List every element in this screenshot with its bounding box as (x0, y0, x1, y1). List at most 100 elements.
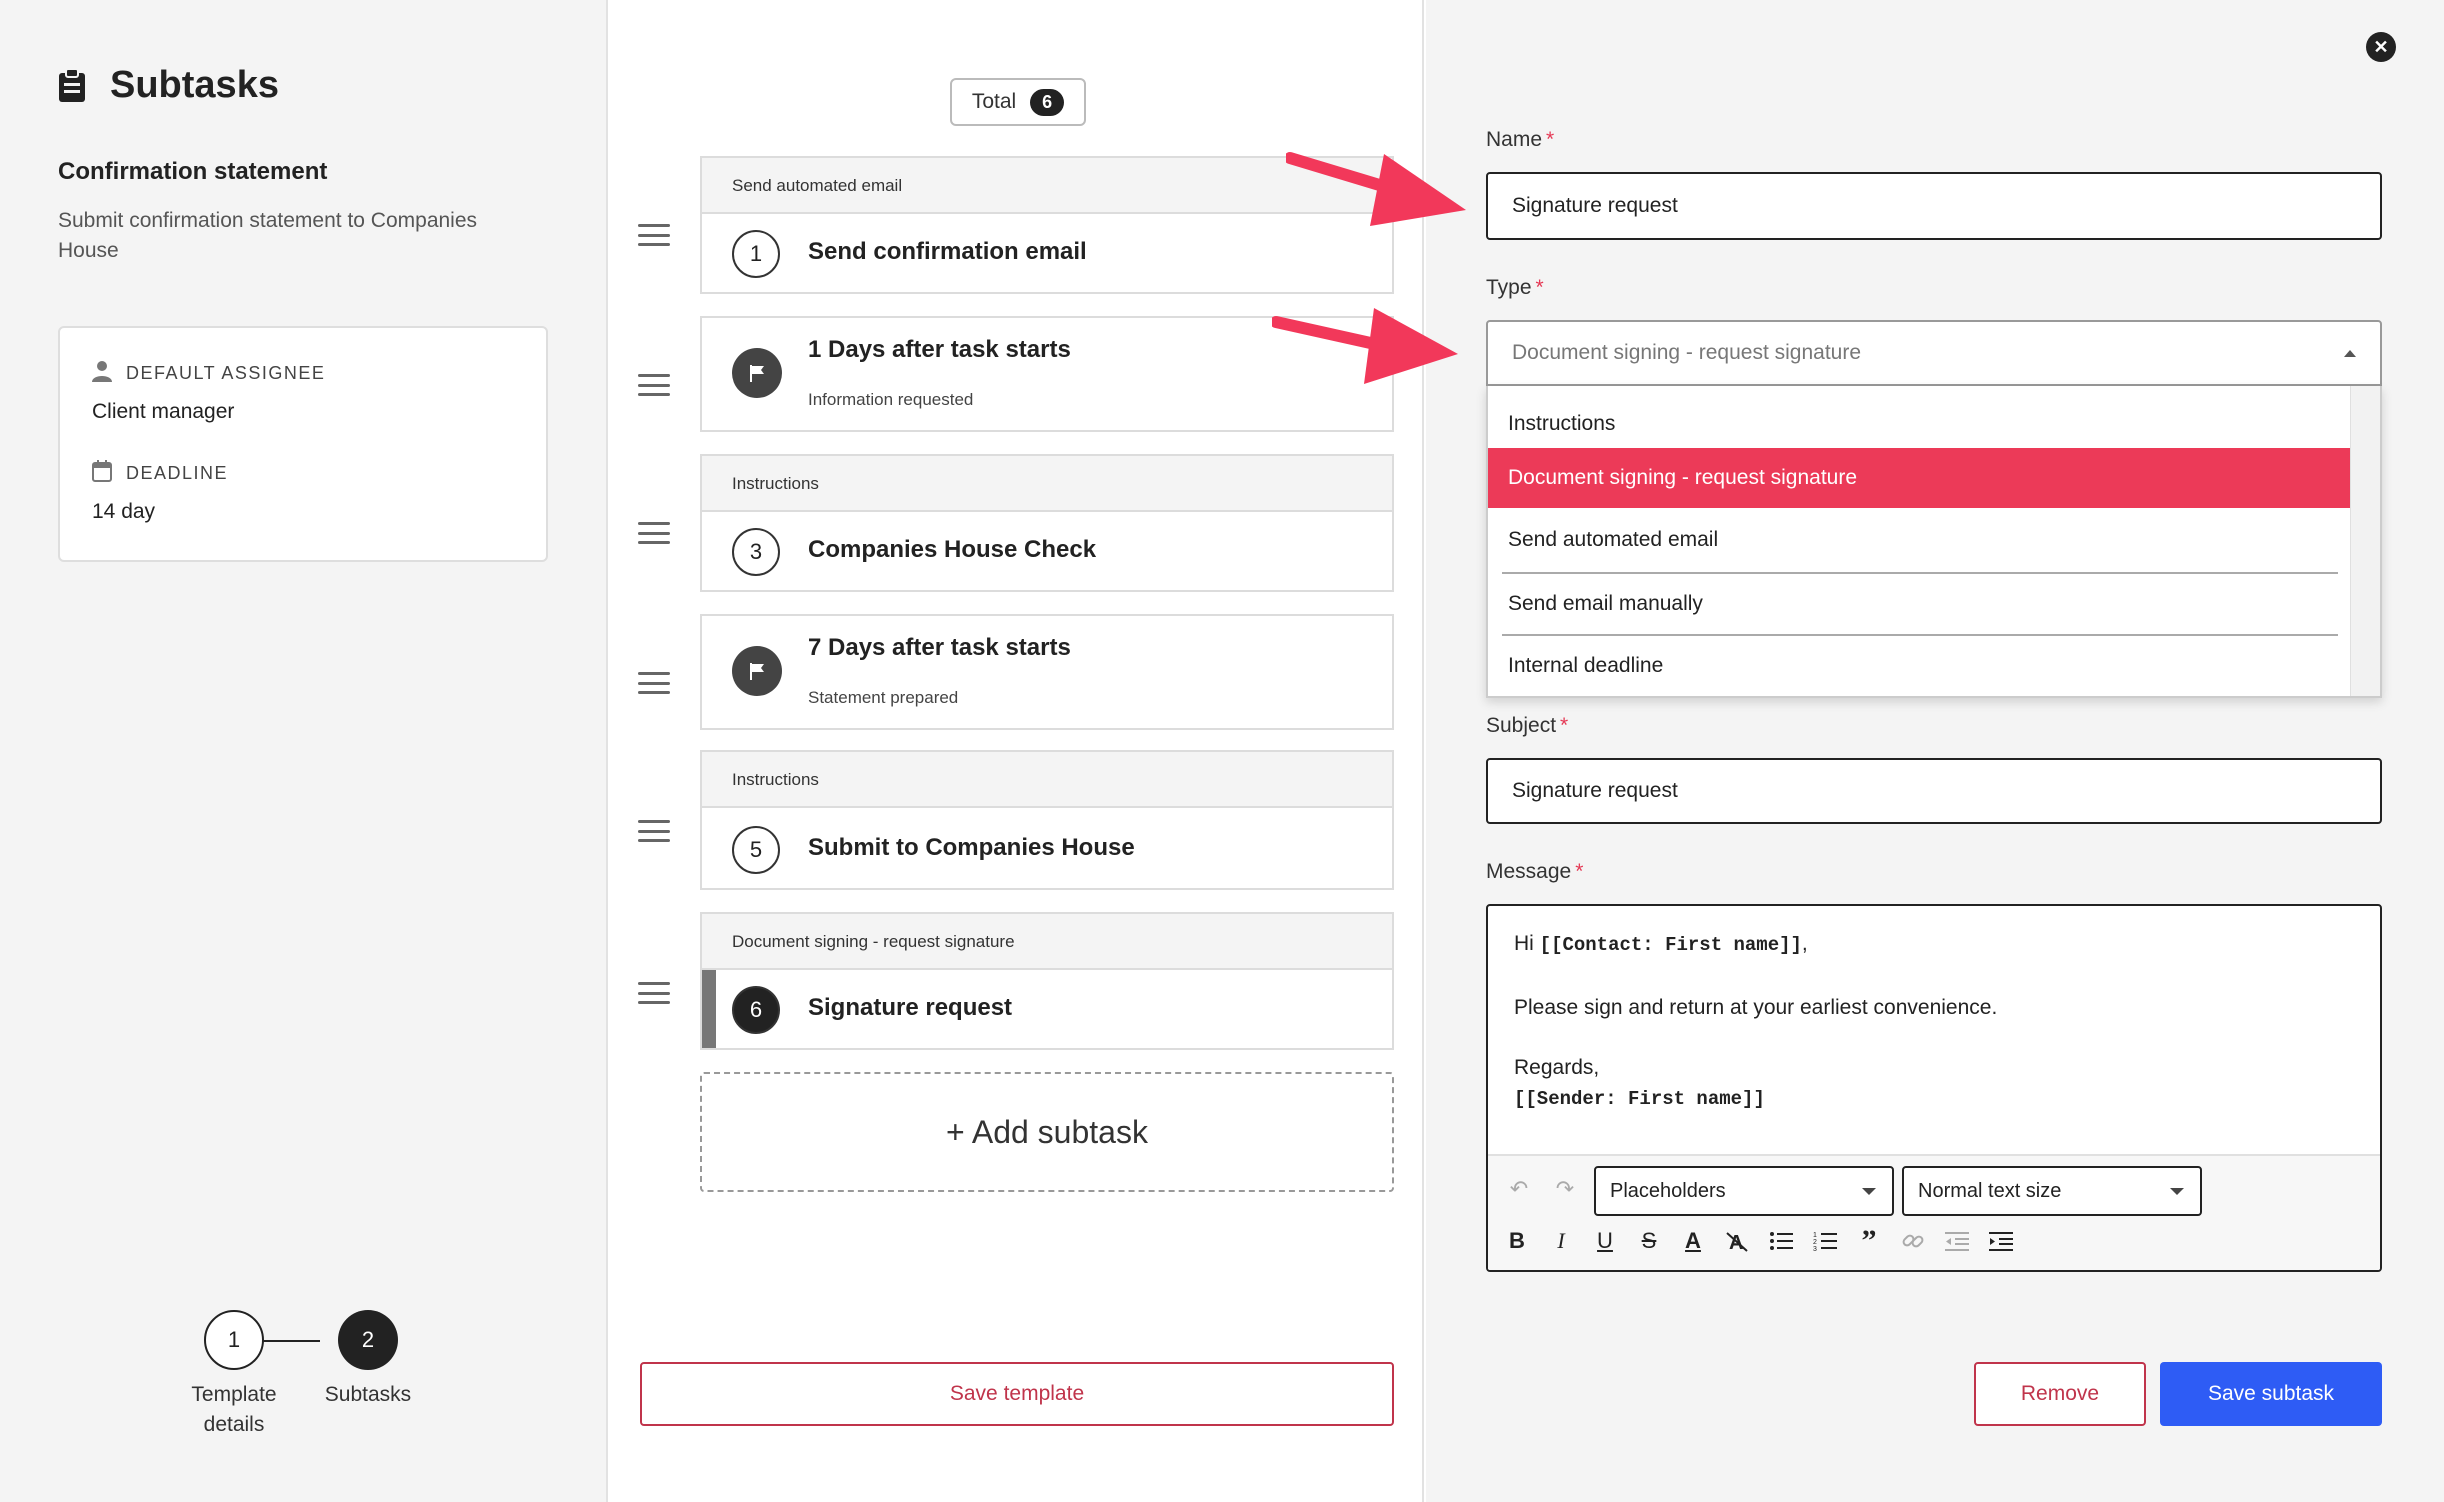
flag-icon (732, 348, 782, 398)
type-select-value: Document signing - request signature (1512, 341, 1862, 364)
drag-handle-icon[interactable] (638, 820, 670, 842)
step-1-circle[interactable]: 1 (204, 1310, 264, 1370)
chevron-down-icon (2170, 1188, 2184, 1195)
drag-handle-icon[interactable] (638, 982, 670, 1004)
assignee-label: DEFAULT ASSIGNEE (126, 363, 326, 383)
svg-text:1: 1 (1813, 1232, 1817, 1239)
message-label: Message * (1486, 860, 1584, 883)
text-size-select[interactable]: Normal text size (1902, 1166, 2202, 1216)
outdent-icon[interactable] (1942, 1226, 1972, 1256)
subject-input[interactable]: Signature request (1486, 758, 2382, 824)
subtask-card[interactable]: Instructions 5 Submit to Companies House (700, 750, 1394, 890)
deadline-value: 14 day (92, 500, 156, 523)
step-1-label: Template details (191, 1383, 277, 1436)
redo-icon[interactable]: ↷ (1550, 1174, 1580, 1204)
editor-toolbar: ↶ ↷ Placeholders Normal text size B I U … (1488, 1154, 2380, 1270)
subtask-number: 3 (732, 528, 780, 576)
type-option-send-email-manually[interactable]: Send email manually (1488, 574, 2352, 634)
chevron-down-icon (1862, 1188, 1876, 1195)
milestone-subtitle: Information requested (808, 390, 974, 409)
drag-handle-icon[interactable] (638, 374, 670, 396)
subtask-type: Instructions (702, 456, 1392, 512)
clipboard-icon (58, 68, 86, 103)
undo-icon[interactable]: ↶ (1504, 1174, 1534, 1204)
subtask-card[interactable]: Send automated email 1 Send confirmation… (700, 156, 1394, 294)
subtask-title: Submit to Companies House (808, 834, 1135, 861)
subtask-card-active[interactable]: Document signing - request signature 6 S… (700, 912, 1394, 1050)
assignee-label-row: DEFAULT ASSIGNEE (92, 360, 325, 387)
save-subtask-button[interactable]: Save subtask (2160, 1362, 2382, 1426)
placeholders-select[interactable]: Placeholders (1594, 1166, 1894, 1216)
wizard-stepper: 1 2 Template details Subtasks (182, 1310, 442, 1460)
subtask-number: 6 (732, 986, 780, 1034)
name-label: Name * (1486, 128, 1555, 151)
template-sidebar: Subtasks Confirmation statement Submit c… (0, 0, 608, 1502)
close-icon[interactable]: ✕ (2366, 32, 2396, 62)
message-body-line: Please sign and return at your earliest … (1514, 996, 1998, 1019)
link-icon[interactable] (1898, 1226, 1928, 1256)
bullet-list-icon[interactable] (1766, 1226, 1796, 1256)
name-input[interactable]: Signature request (1486, 172, 2382, 240)
milestone-title: 1 Days after task starts (808, 336, 1071, 363)
type-option-send-automated-email[interactable]: Send automated email (1488, 510, 2352, 570)
drag-handle-icon[interactable] (638, 672, 670, 694)
add-subtask-button[interactable]: + Add subtask (700, 1072, 1394, 1192)
stepper-connector (262, 1340, 320, 1342)
page-title-row: Subtasks (58, 64, 279, 107)
remove-button[interactable]: Remove (1974, 1362, 2146, 1426)
text-size-select-value: Normal text size (1918, 1179, 2062, 1202)
active-indicator (702, 970, 716, 1048)
subtask-list-panel: Total 6 Send automated email 1 Send conf… (610, 0, 1424, 1502)
text-color-icon[interactable]: A (1678, 1226, 1708, 1256)
subtask-title: Signature request (808, 994, 1013, 1021)
placeholders-select-value: Placeholders (1610, 1179, 1726, 1202)
bold-icon[interactable]: B (1502, 1226, 1532, 1256)
subtask-number: 1 (732, 230, 780, 278)
total-label: Total (971, 90, 1017, 113)
subject-label: Subject * (1486, 714, 1569, 737)
dropdown-scrollbar[interactable] (2350, 386, 2380, 696)
template-description: Submit confirmation statement to Compani… (58, 209, 478, 262)
italic-icon[interactable]: I (1546, 1226, 1576, 1256)
subtask-title: Companies House Check (808, 536, 1097, 563)
sender-placeholder-token: [[Sender: First name]] (1514, 1088, 1765, 1110)
total-count-badge: 6 (1030, 88, 1065, 116)
drag-handle-icon[interactable] (638, 224, 670, 246)
strikethrough-icon[interactable]: S (1634, 1226, 1664, 1256)
type-option-instructions[interactable]: Instructions (1488, 394, 2352, 454)
milestone-title: 7 Days after task starts (808, 634, 1071, 661)
step-2-circle[interactable]: 2 (338, 1310, 398, 1370)
person-icon (92, 360, 112, 387)
assignee-value: Client manager (92, 400, 235, 423)
subtask-type: Send automated email (702, 158, 1392, 214)
template-info-card: DEFAULT ASSIGNEE Client manager DEADLINE… (58, 326, 548, 562)
subtask-title: Send confirmation email (808, 238, 1087, 265)
subtask-type: Instructions (702, 752, 1392, 808)
caret-up-icon (2344, 350, 2356, 357)
calendar-icon (92, 460, 112, 487)
indent-icon[interactable] (1986, 1226, 2016, 1256)
drag-handle-icon[interactable] (638, 522, 670, 544)
contact-placeholder-token: [[Contact: First name]] (1539, 934, 1802, 956)
message-signoff-line: Regards, (1514, 1056, 1600, 1079)
flag-icon (732, 646, 782, 696)
type-select[interactable]: Document signing - request signature (1486, 320, 2382, 386)
message-editor[interactable]: Hi [[Contact: First name]], Please sign … (1486, 904, 2382, 1272)
subtask-number: 5 (732, 826, 780, 874)
quote-icon[interactable]: ” (1854, 1224, 1884, 1257)
total-counter: Total 6 (950, 78, 1086, 126)
template-name: Confirmation statement (58, 158, 328, 185)
svg-text:3: 3 (1813, 1246, 1817, 1252)
type-option-document-signing[interactable]: Document signing - request signature (1488, 448, 2352, 508)
subtask-card[interactable]: 7 Days after task starts Statement prepa… (700, 614, 1394, 730)
save-template-button[interactable]: Save template (640, 1362, 1394, 1426)
subtask-card[interactable]: 1 Days after task starts Information req… (700, 316, 1394, 432)
subtask-type: Document signing - request signature (702, 914, 1392, 970)
numbered-list-icon[interactable]: 123 (1810, 1226, 1840, 1256)
deadline-label: DEADLINE (126, 463, 229, 483)
underline-icon[interactable]: U (1590, 1226, 1620, 1256)
subtask-card[interactable]: Instructions 3 Companies House Check (700, 454, 1394, 592)
clear-format-icon[interactable]: A (1722, 1226, 1752, 1256)
deadline-label-row: DEADLINE (92, 460, 228, 487)
type-option-internal-deadline[interactable]: Internal deadline (1488, 636, 2352, 696)
